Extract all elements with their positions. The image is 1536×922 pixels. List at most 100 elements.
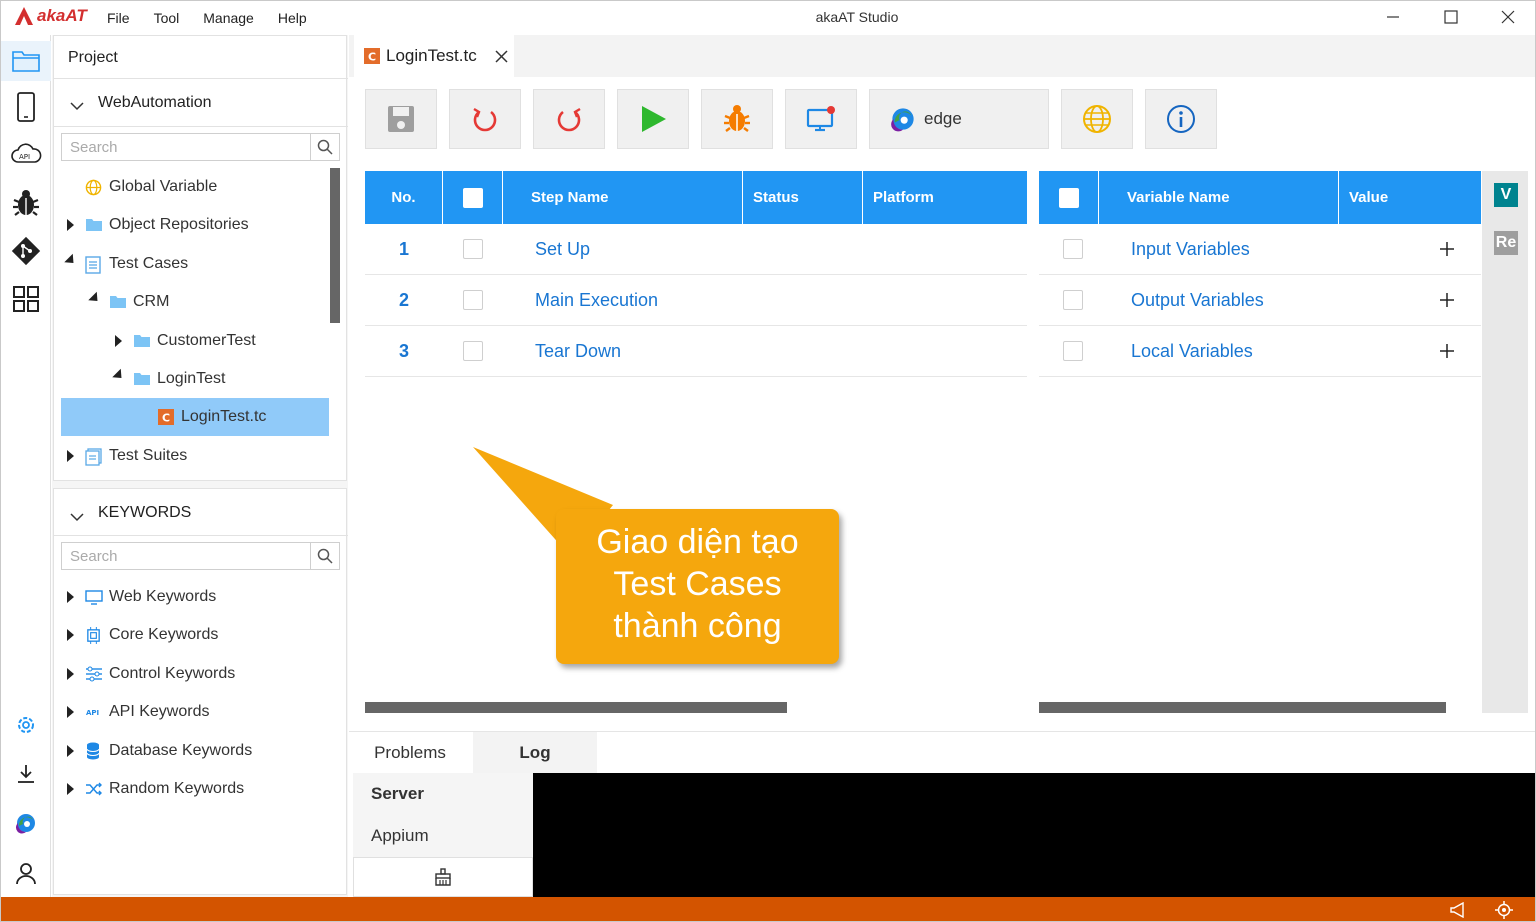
keywords-search-input[interactable]: Search [61,542,340,570]
activity-dashboard[interactable] [1,279,51,319]
col-header-step-name[interactable]: Step Name [503,171,743,224]
variable-group-name[interactable]: Input Variables [1131,224,1250,274]
col-header-variable-name[interactable]: Variable Name [1099,171,1339,224]
project-tree-scrollbar[interactable] [330,168,340,323]
variable-group-name[interactable]: Output Variables [1131,275,1264,325]
variable-row[interactable]: Input Variables [1039,224,1481,275]
select-all-checkbox[interactable] [1058,187,1079,208]
menu-file[interactable]: File [107,10,130,26]
steps-grid-scrollbar[interactable] [365,702,787,713]
project-name[interactable]: WebAutomation [98,94,212,112]
variable-checkbox[interactable] [1063,290,1083,310]
variable-checkbox[interactable] [1063,341,1083,361]
project-search-button[interactable] [310,134,339,160]
keywords-collapse-toggle[interactable] [70,509,84,527]
redo-button[interactable] [533,89,605,149]
activity-account[interactable] [1,853,51,893]
col-header-select[interactable] [1039,171,1099,224]
debug-button[interactable] [701,89,773,149]
undo-button[interactable] [449,89,521,149]
col-header-no[interactable]: No. [365,171,443,224]
menu-help[interactable]: Help [278,10,307,26]
keyword-group-core[interactable]: Core Keywords [54,616,348,654]
activity-project[interactable] [1,41,51,81]
server-item[interactable]: Server [353,773,533,815]
tree-item-object-repositories[interactable]: Object Repositories [54,206,348,244]
info-button[interactable] [1145,89,1217,149]
tab-problems[interactable]: Problems [353,732,467,774]
caret-right-icon[interactable] [67,629,74,641]
step-name[interactable]: Tear Down [535,326,621,376]
notification-button[interactable] [1449,901,1467,921]
col-header-select[interactable] [443,171,503,224]
tree-item-global-variable[interactable]: Global Variable [54,168,348,206]
menu-tool[interactable]: Tool [154,10,180,26]
keyword-group-web[interactable]: Web Keywords [54,578,348,616]
step-name[interactable]: Main Execution [535,275,658,325]
device-button[interactable] [785,89,857,149]
tree-item-crm[interactable]: CRM [54,283,348,321]
caret-down-icon[interactable] [88,291,102,306]
tab-log[interactable]: Log [473,732,597,774]
step-row[interactable]: 1 Set Up [365,224,1027,275]
activity-api[interactable]: API [1,135,51,175]
side-tab-re[interactable]: Re [1494,231,1518,255]
keywords-search-button[interactable] [310,543,339,569]
caret-right-icon[interactable] [67,219,74,231]
step-checkbox[interactable] [463,290,483,310]
keyword-group-api[interactable]: API API Keywords [54,693,348,731]
tree-item-test-cases[interactable]: Test Cases [54,245,348,283]
col-header-status[interactable]: Status [743,171,863,224]
keyword-group-random[interactable]: Random Keywords [54,770,348,808]
step-checkbox[interactable] [463,341,483,361]
variable-row[interactable]: Output Variables [1039,275,1481,326]
project-search-input[interactable]: Search [61,133,340,161]
browser-select[interactable]: edge [869,89,1049,149]
caret-right-icon[interactable] [115,335,122,347]
caret-right-icon[interactable] [67,783,74,795]
activity-download[interactable] [1,754,51,794]
activity-browser[interactable] [1,803,51,843]
step-checkbox[interactable] [463,239,483,259]
col-header-value[interactable]: Value [1339,171,1481,224]
globe-button[interactable] [1061,89,1133,149]
activity-debug[interactable] [1,183,51,223]
tree-item-customertest[interactable]: CustomerTest [54,322,348,360]
tab-logintest-tc[interactable]: C LoginTest.tc [354,35,514,77]
variable-group-name[interactable]: Local Variables [1131,326,1253,376]
activity-git[interactable] [1,231,51,271]
save-button[interactable] [365,89,437,149]
maximize-button[interactable] [1421,1,1481,33]
add-variable-button[interactable] [1439,224,1455,274]
appium-item[interactable]: Appium [353,815,533,857]
col-header-platform[interactable]: Platform [863,171,1027,224]
tree-item-logintest-folder[interactable]: LoginTest [54,360,348,398]
variable-row[interactable]: Local Variables [1039,326,1481,377]
clear-log-button[interactable] [353,857,533,897]
side-tab-variables[interactable]: V [1494,183,1518,207]
caret-right-icon[interactable] [67,668,74,680]
variables-grid-scrollbar[interactable] [1039,702,1446,713]
add-variable-button[interactable] [1439,275,1455,325]
caret-right-icon[interactable] [67,450,74,462]
close-button[interactable] [1478,1,1535,33]
caret-right-icon[interactable] [67,591,74,603]
close-icon[interactable] [495,49,508,63]
caret-right-icon[interactable] [67,706,74,718]
variable-checkbox[interactable] [1063,239,1083,259]
caret-down-icon[interactable] [64,253,78,268]
location-button[interactable] [1495,901,1513,921]
menu-manage[interactable]: Manage [203,10,254,26]
step-name[interactable]: Set Up [535,224,590,274]
caret-right-icon[interactable] [67,745,74,757]
log-console[interactable] [533,773,1535,897]
keyword-group-control[interactable]: Control Keywords [54,655,348,693]
caret-down-icon[interactable] [112,368,126,383]
run-button[interactable] [617,89,689,149]
minimize-button[interactable] [1363,1,1423,33]
activity-settings[interactable] [1,705,51,745]
activity-mobile[interactable] [1,87,51,127]
tree-item-test-suites[interactable]: Test Suites [54,437,348,475]
select-all-checkbox[interactable] [462,187,483,208]
step-row[interactable]: 2 Main Execution [365,275,1027,326]
